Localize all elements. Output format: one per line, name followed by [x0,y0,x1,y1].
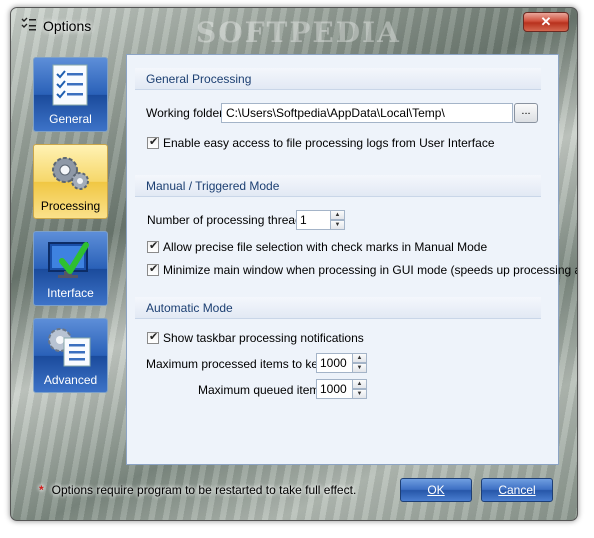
spin-down-icon[interactable]: ▼ [352,389,367,399]
max-queued-value[interactable]: 1000 [316,379,353,399]
restart-note: * Options require program to be restarted… [39,483,356,497]
max-queued-spinner[interactable]: 1000 ▲ ▼ [316,379,367,399]
nav-label-processing: Processing [40,199,101,213]
nav-label-interface: Interface [47,286,94,300]
window-title: Options [43,18,92,34]
minimize-window-checkbox[interactable] [147,262,159,276]
processing-threads-spinner[interactable]: 1 ▲ ▼ [296,210,345,230]
nav-label-advanced: Advanced [43,373,98,387]
section-heading-general-processing: General Processing [135,68,541,90]
taskbar-notifications-label: Show taskbar processing notifications [163,331,364,345]
gears-icon [52,157,89,190]
gear-checklist-icon [48,328,91,367]
nav-item-general[interactable]: General [33,57,108,132]
processing-threads-label: Number of processing threads: [147,213,312,227]
working-folder-input[interactable]: C:\Users\Softpedia\AppData\Local\Temp\ [221,103,513,123]
nav-item-processing[interactable]: Processing [33,144,108,219]
ok-button[interactable]: OK [400,478,472,502]
watermark: SOFTPEDIA [196,16,401,49]
close-icon: ✕ [540,14,552,29]
spin-up-icon[interactable]: ▲ [352,379,367,389]
processing-settings-panel: General Processing Working folder: C:\Us… [126,54,577,465]
max-processed-spinner[interactable]: 1000 ▲ ▼ [316,353,367,373]
nav-label-general: General [49,112,92,126]
working-folder-label: Working folder: [146,106,227,120]
section-heading-manual-mode: Manual / Triggered Mode [135,175,541,197]
spin-up-icon[interactable]: ▲ [330,210,345,220]
precise-selection-checkbox[interactable] [147,239,159,253]
max-processed-value[interactable]: 1000 [316,353,353,373]
easy-access-logs-checkbox[interactable] [147,135,159,149]
minimize-window-label: Minimize main window when processing in … [163,263,578,277]
title-bar[interactable]: Options SOFTPEDIA ✕ [11,8,577,49]
monitor-checkmark-icon [48,242,89,278]
options-list-icon [21,17,36,31]
max-processed-label: Maximum processed items to keep: [146,357,335,371]
processing-threads-value[interactable]: 1 [296,210,331,230]
spin-down-icon[interactable]: ▼ [330,220,345,230]
nav-item-advanced[interactable]: Advanced [33,318,108,393]
taskbar-notifications-checkbox[interactable] [147,330,159,344]
checklist-icon [52,64,88,106]
browse-folder-button[interactable]: ... [514,103,538,123]
cancel-button[interactable]: Cancel [481,478,553,502]
max-queued-label: Maximum queued items: [198,383,329,397]
easy-access-logs-label: Enable easy access to file processing lo… [163,136,495,150]
section-heading-automatic-mode: Automatic Mode [135,297,541,319]
required-star-icon: * [39,483,44,497]
options-dialog: Options SOFTPEDIA ✕ General Processing I… [10,7,578,521]
nav-item-interface[interactable]: Interface [33,231,108,306]
restart-note-text: Options require program to be restarted … [51,483,357,497]
close-button[interactable]: ✕ [523,12,569,32]
spin-down-icon[interactable]: ▼ [352,363,367,373]
spin-up-icon[interactable]: ▲ [352,353,367,363]
precise-selection-label: Allow precise file selection with check … [163,240,488,254]
